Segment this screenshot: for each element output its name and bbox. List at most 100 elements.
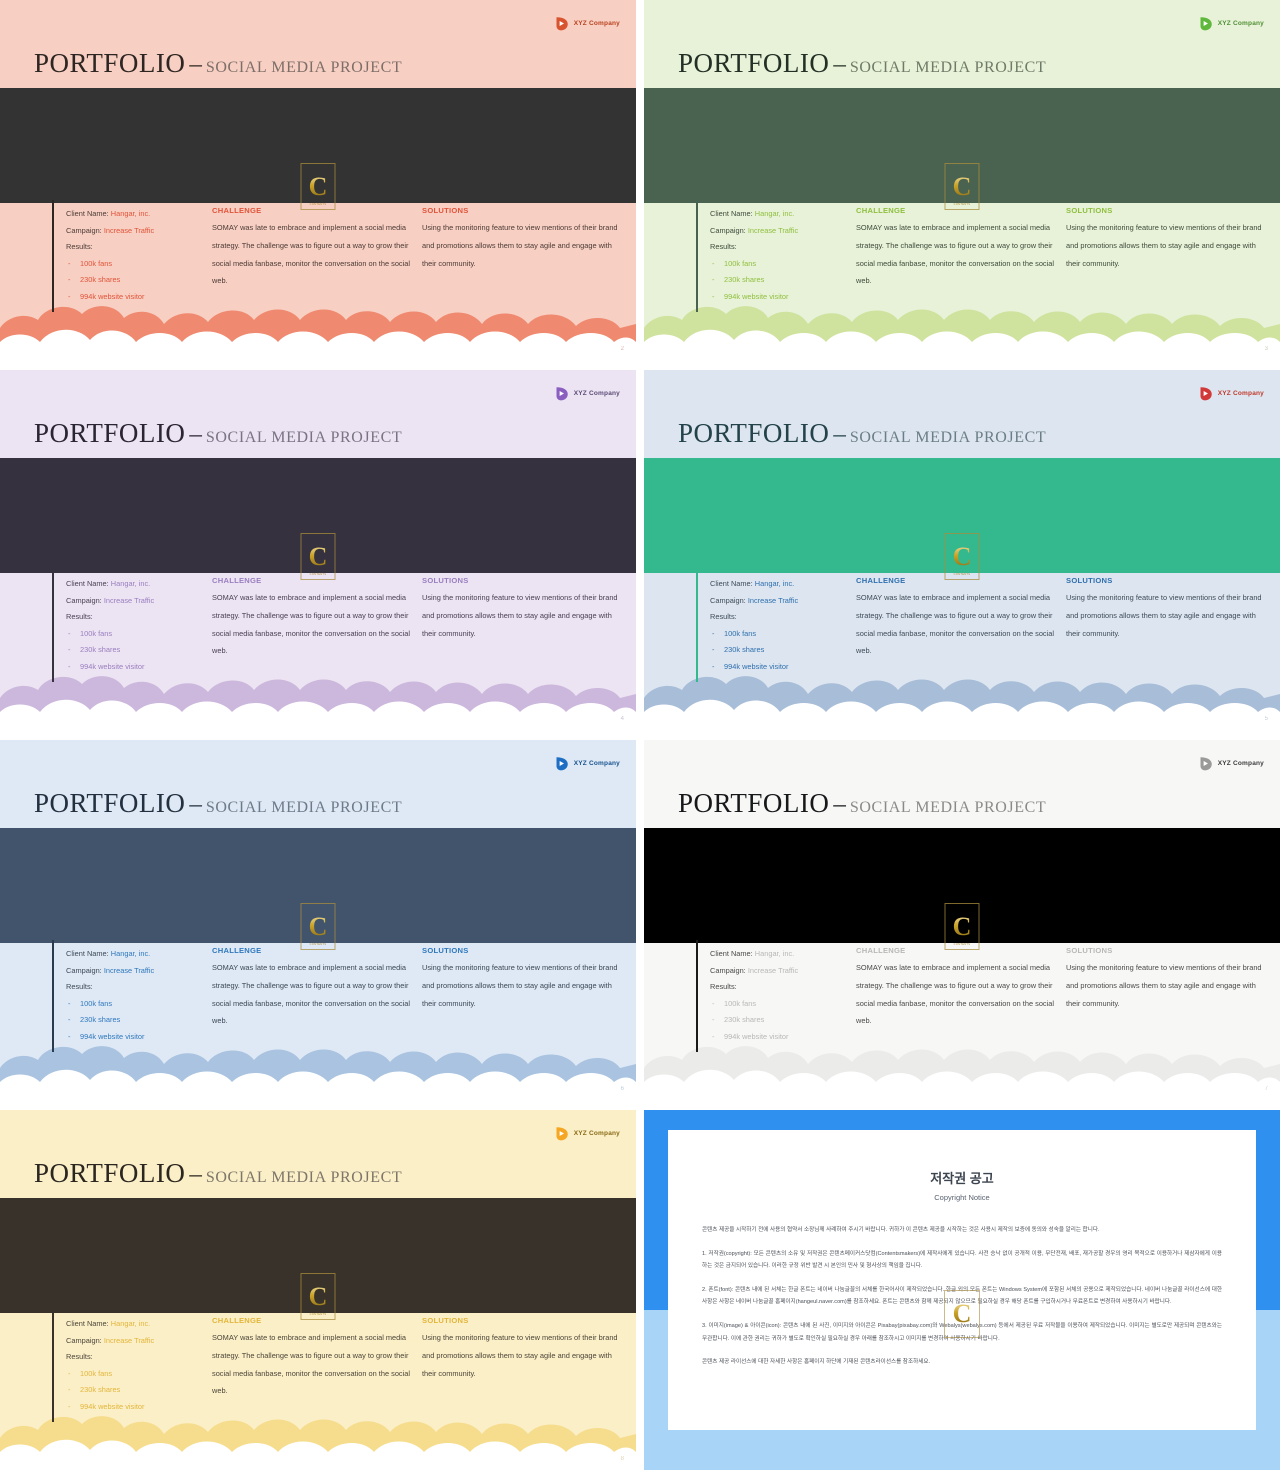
result-item-2: -230k shares: [710, 1012, 850, 1029]
results-label-text: Results:: [710, 612, 737, 622]
contents-emblem: C CONTENTS: [944, 533, 980, 580]
copyright-notice-slide[interactable]: 저작권 공고 Copyright Notice 콘텐츠 제공을 시작하기 전에 사용…: [644, 1110, 1280, 1470]
client-name-label: Client Name:: [66, 1319, 109, 1328]
title-sub: SOCIAL MEDIA PROJECT: [849, 59, 1047, 76]
title-dash: –: [833, 51, 846, 78]
campaign-label: Campaign:: [710, 225, 746, 235]
title-dash: –: [833, 421, 846, 448]
result-3-text: 994k website visitor: [724, 291, 789, 301]
campaign-value: Increase Traffic: [103, 225, 155, 235]
copyright-card: 저작권 공고 Copyright Notice 콘텐츠 제공을 시작하기 전에 사용…: [668, 1130, 1256, 1430]
result-item-1: -100k fans: [710, 256, 850, 273]
company-logo-text: XYZ Company: [573, 390, 620, 397]
challenge-body: SOMAY was late to embrace and implement …: [212, 1333, 411, 1396]
campaign-label: Campaign:: [66, 965, 102, 975]
leaf-logo-icon: [1198, 386, 1213, 401]
leaf-logo-icon: [1198, 756, 1213, 771]
emblem-letter: C: [952, 911, 972, 941]
bullet-dash-icon: -: [68, 661, 71, 671]
solutions-column: SOLUTIONS Using the monitoring feature t…: [422, 946, 622, 1012]
campaign-label: Campaign:: [66, 225, 102, 235]
title-sub: SOCIAL MEDIA PROJECT: [205, 59, 403, 76]
portfolio-slide-2[interactable]: XYZ Company PORTFOLIO – SOCIAL MEDIA PROJE…: [0, 0, 636, 360]
client-info-column: Client Name: Hangar, inc. Campaign: Incr…: [66, 946, 206, 1046]
title-dash: –: [833, 791, 846, 818]
result-2-text: 230k shares: [80, 1385, 121, 1395]
challenge-column: CHALLENGE SOMAY was late to embrace and …: [856, 946, 1058, 1030]
campaign-value: Increase Traffic: [103, 595, 155, 605]
copyright-heading-ko: 저작권 공고: [930, 1171, 994, 1186]
emblem-letter: C: [952, 171, 972, 201]
challenge-body: SOMAY was late to embrace and implement …: [856, 963, 1055, 1026]
client-name-label: Client Name:: [710, 579, 753, 588]
client-name-value: Hangar, inc.: [754, 209, 795, 218]
campaign-row: Campaign: Increase Traffic: [66, 593, 206, 610]
client-name-value: Hangar, inc.: [110, 949, 151, 958]
client-name-label: Client Name:: [66, 949, 109, 958]
slide-header: XYZ Company PORTFOLIO – SOCIAL MEDIA PROJE…: [644, 370, 1280, 458]
accent-vertical-bar: [52, 570, 54, 682]
client-name-row: Client Name: Hangar, inc.: [710, 946, 850, 963]
results-label-text: Results:: [710, 242, 737, 252]
company-logo: XYZ Company: [554, 1126, 620, 1141]
portfolio-slide-4[interactable]: XYZ Company PORTFOLIO – SOCIAL MEDIA PROJE…: [0, 370, 636, 730]
bullet-dash-icon: -: [712, 1015, 715, 1025]
solutions-body: Using the monitoring feature to view men…: [422, 963, 618, 1008]
client-info-column: Client Name: Hangar, inc. Campaign: Incr…: [66, 206, 206, 306]
title-dash: –: [189, 1161, 202, 1188]
solutions-heading: SOLUTIONS: [1066, 206, 1113, 215]
title-main: PORTFOLIO: [678, 788, 830, 818]
title-sub: SOCIAL MEDIA PROJECT: [849, 799, 1047, 816]
portfolio-slide-8[interactable]: XYZ Company PORTFOLIO – SOCIAL MEDIA PROJE…: [0, 1110, 636, 1470]
result-item-3: -994k website visitor: [66, 659, 206, 676]
accent-vertical-bar: [52, 1310, 54, 1422]
solutions-body: Using the monitoring feature to view men…: [422, 593, 618, 638]
page-number: 5: [1264, 716, 1268, 722]
emblem-sublabel: CONTENTS: [309, 1313, 327, 1316]
title-sub: SOCIAL MEDIA PROJECT: [205, 1169, 403, 1186]
result-item-2: -230k shares: [710, 272, 850, 289]
result-item-2: -230k shares: [66, 1382, 206, 1399]
campaign-row: Campaign: Increase Traffic: [66, 1333, 206, 1350]
result-item-1: -100k fans: [710, 996, 850, 1013]
results-label: Results:: [710, 979, 850, 996]
client-name-value: Hangar, inc.: [754, 949, 795, 958]
bullet-dash-icon: -: [68, 1401, 71, 1411]
results-label: Results:: [710, 239, 850, 256]
bullet-dash-icon: -: [712, 291, 715, 301]
portfolio-slide-3[interactable]: XYZ Company PORTFOLIO – SOCIAL MEDIA PROJE…: [644, 0, 1280, 360]
challenge-body: SOMAY was late to embrace and implement …: [212, 593, 411, 656]
company-logo-text: XYZ Company: [573, 20, 620, 27]
result-item-1: -100k fans: [66, 1366, 206, 1383]
solutions-column: SOLUTIONS Using the monitoring feature t…: [1066, 576, 1266, 642]
portfolio-slide-7[interactable]: XYZ Company PORTFOLIO – SOCIAL MEDIA PROJE…: [644, 740, 1280, 1100]
solutions-body: Using the monitoring feature to view men…: [1066, 223, 1262, 268]
page-number: 3: [1264, 346, 1268, 352]
portfolio-slide-5[interactable]: XYZ Company PORTFOLIO – SOCIAL MEDIA PROJE…: [644, 370, 1280, 730]
client-name-value: Hangar, inc.: [110, 209, 151, 218]
result-2-text: 230k shares: [80, 1015, 121, 1025]
result-item-2: -230k shares: [66, 642, 206, 659]
result-1-text: 100k fans: [80, 628, 113, 638]
copyright-footer: 콘텐츠 제공 라이선스에 대한 자세한 사항은 홈페이지 하단에 기재된 콘텐츠…: [702, 1359, 931, 1366]
result-item-1: -100k fans: [66, 996, 206, 1013]
title-dash: –: [189, 51, 202, 78]
solutions-body: Using the monitoring feature to view men…: [422, 1333, 618, 1378]
copyright-intro: 콘텐츠 제공을 시작하기 전에 사용의 협약서 소장님께 사례하여 주시기 바랍…: [702, 1227, 1100, 1233]
campaign-row: Campaign: Increase Traffic: [710, 593, 850, 610]
challenge-body: SOMAY was late to embrace and implement …: [212, 963, 411, 1026]
campaign-row: Campaign: Increase Traffic: [710, 223, 850, 240]
slide-header: XYZ Company PORTFOLIO – SOCIAL MEDIA PROJE…: [0, 740, 636, 828]
result-3-text: 994k website visitor: [80, 661, 145, 671]
campaign-row: Campaign: Increase Traffic: [710, 963, 850, 980]
challenge-column: CHALLENGE SOMAY was late to embrace and …: [212, 946, 414, 1030]
solutions-column: SOLUTIONS Using the monitoring feature t…: [1066, 946, 1266, 1012]
client-info-column: Client Name: Hangar, inc. Campaign: Incr…: [710, 206, 850, 306]
portfolio-slide-6[interactable]: XYZ Company PORTFOLIO – SOCIAL MEDIA PROJE…: [0, 740, 636, 1100]
challenge-body: SOMAY was late to embrace and implement …: [856, 593, 1055, 656]
title-sub: SOCIAL MEDIA PROJECT: [205, 799, 403, 816]
client-info-column: Client Name: Hangar, inc. Campaign: Incr…: [710, 576, 850, 676]
results-label-text: Results:: [66, 612, 93, 622]
slide-header: XYZ Company PORTFOLIO – SOCIAL MEDIA PROJE…: [0, 0, 636, 88]
bullet-dash-icon: -: [712, 628, 715, 638]
